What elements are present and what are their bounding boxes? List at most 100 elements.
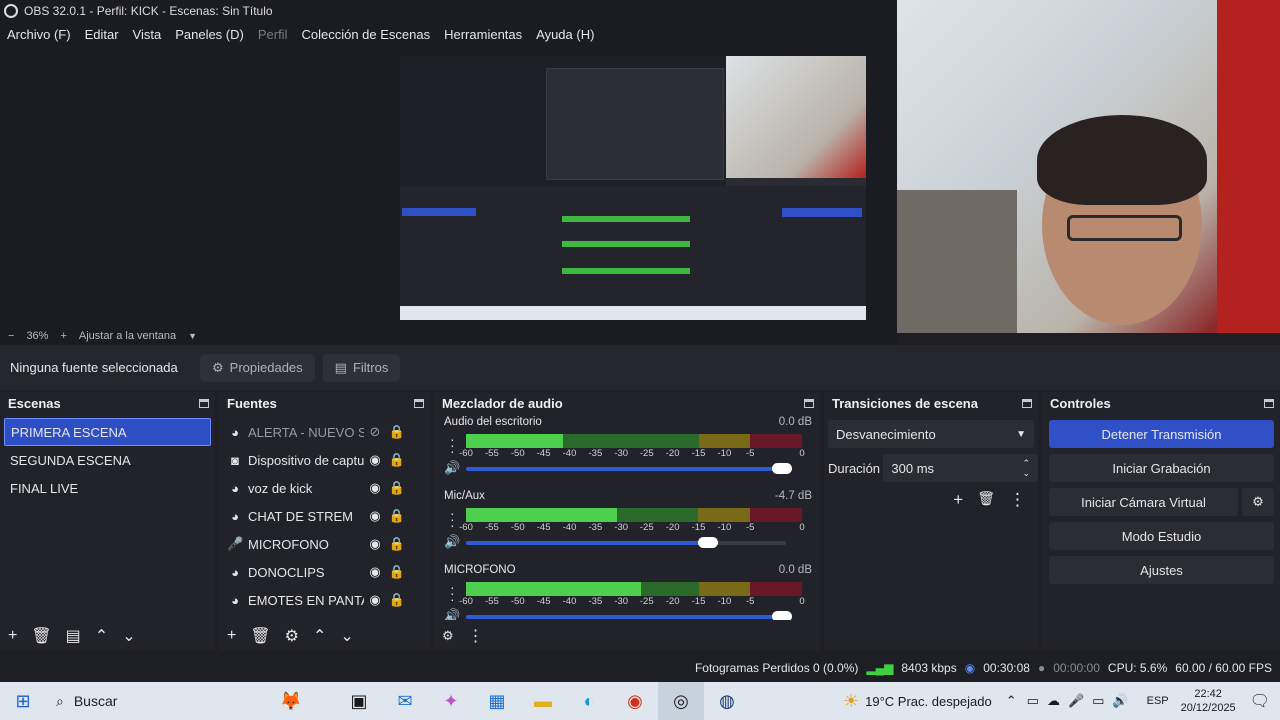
speaker-icon[interactable]: 🔊	[444, 534, 460, 550]
tray-chevron-icon[interactable]: ⌃	[1006, 693, 1017, 709]
spin-arrows-icon[interactable]: ⌃ ⌄	[1022, 458, 1030, 478]
scene-item[interactable]: SEGUNDA ESCENA	[0, 446, 215, 474]
eye-icon[interactable]: ◉	[364, 536, 386, 552]
controls-dock-header: Controles	[1042, 392, 1280, 414]
taskbar-search[interactable]: ⌕ Buscar	[46, 682, 246, 720]
lock-icon[interactable]: 🔒	[386, 508, 408, 524]
add-icon[interactable]: +	[8, 627, 17, 645]
add-icon[interactable]: +	[953, 490, 963, 510]
eye-icon[interactable]: ◉	[364, 564, 386, 580]
source-item[interactable]: ◕ CHAT DE STREM ◉ 🔒	[219, 502, 430, 530]
virtual-camera-button[interactable]: Iniciar Cámara Virtual	[1049, 488, 1238, 516]
trash-icon[interactable]: 🗑	[977, 490, 995, 510]
move-down-icon[interactable]: ⌄	[340, 626, 353, 646]
move-up-icon[interactable]: ⌃	[313, 626, 326, 646]
source-item[interactable]: 🎤 MICROFONO ◉ 🔒	[219, 530, 430, 558]
browser-icon: ◕	[231, 480, 239, 496]
lock-icon[interactable]: 🔒	[386, 480, 408, 496]
advanced-audio-icon[interactable]: ⚙	[442, 628, 454, 644]
volume-slider-knob[interactable]	[772, 463, 792, 474]
menu-archivo[interactable]: Archivo (F)	[0, 27, 78, 42]
clock[interactable]: 22:42 20/12/2025	[1181, 687, 1236, 715]
undock-icon[interactable]	[414, 398, 424, 408]
lock-icon[interactable]: 🔒	[386, 452, 408, 468]
source-item[interactable]: ◕ DONOCLIPS ◉ 🔒	[219, 558, 430, 586]
meter-segment	[698, 582, 751, 596]
steam-icon[interactable]: ◍	[704, 682, 750, 720]
source-item[interactable]: ◕ EMOTES EN PANTALI ◉ 🔒	[219, 586, 430, 614]
channel-menu-icon[interactable]: · · ·	[450, 580, 455, 606]
gear-icon[interactable]: ⚙	[285, 626, 299, 646]
menu-ayuda[interactable]: Ayuda (H)	[529, 27, 601, 42]
eye-icon[interactable]: ◉	[364, 508, 386, 524]
lock-icon[interactable]: 🔒	[386, 564, 408, 580]
windows-start-icon[interactable]: ⊞	[0, 682, 46, 720]
eye-icon[interactable]: ◉	[364, 480, 386, 496]
more-icon[interactable]: ⋮	[468, 626, 484, 646]
notification-icon[interactable]: 🗨	[1250, 691, 1270, 711]
speaker-icon[interactable]: 🔊	[444, 608, 460, 620]
chrome-icon[interactable]: ◉	[612, 682, 658, 720]
undock-icon[interactable]	[804, 398, 814, 408]
volume-slider-knob[interactable]	[772, 611, 792, 620]
menu-vista[interactable]: Vista	[126, 27, 169, 42]
undock-icon[interactable]	[1264, 398, 1274, 408]
controls-dock: Controles Detener Transmisión Iniciar Gr…	[1042, 392, 1280, 650]
source-item[interactable]: ◙ Dispositivo de captu ◉ 🔒	[219, 446, 430, 474]
menu-editar[interactable]: Editar	[78, 27, 126, 42]
tray-icons[interactable]: ▭☁🎤▭🔊	[1027, 693, 1137, 709]
move-down-icon[interactable]: ⌄	[122, 626, 135, 646]
more-icon[interactable]: ⋮	[1009, 490, 1026, 510]
eye-icon[interactable]: ◉	[364, 592, 386, 608]
properties-button[interactable]: ⚙ Propiedades	[200, 353, 315, 382]
channel-menu-icon[interactable]: · · ·	[450, 506, 455, 532]
store-icon[interactable]: ▦	[474, 682, 520, 720]
task-view-icon[interactable]: ▣	[336, 682, 382, 720]
filter-icon[interactable]: ▤	[66, 626, 81, 646]
start-recording-button[interactable]: Iniciar Grabación	[1049, 454, 1274, 482]
add-icon[interactable]: +	[227, 627, 236, 645]
copilot-icon[interactable]: ✦	[428, 682, 474, 720]
weather-text[interactable]: 19°C Prac. despejado	[865, 694, 992, 709]
trash-icon[interactable]: 🗑	[31, 626, 51, 646]
speaker-icon[interactable]: 🔊	[444, 460, 460, 476]
move-up-icon[interactable]: ⌃	[95, 626, 108, 646]
meter-tick-label: -55	[484, 522, 499, 533]
outlook-icon[interactable]: ✉	[382, 682, 428, 720]
source-item[interactable]: ◕ ALERTA - NUEVO SEG ⊘ 🔒	[219, 418, 430, 446]
eye-off-icon[interactable]: ⊘	[364, 424, 386, 440]
menu-perfil[interactable]: Perfil	[251, 27, 295, 42]
menu-paneles[interactable]: Paneles (D)	[168, 27, 251, 42]
language-indicator[interactable]: ESP	[1147, 695, 1169, 707]
lock-icon[interactable]: 🔒	[386, 592, 408, 608]
eye-icon[interactable]: ◉	[364, 452, 386, 468]
source-item[interactable]: ◕ voz de kick ◉ 🔒	[219, 474, 430, 502]
stop-stream-button[interactable]: Detener Transmisión	[1049, 420, 1274, 448]
filters-button[interactable]: ▤ Filtros	[322, 353, 401, 382]
volume-slider-track[interactable]	[712, 541, 786, 545]
menu-herramientas[interactable]: Herramientas	[437, 27, 529, 42]
fox-widget-icon[interactable]: 🦊	[246, 682, 336, 720]
file-explorer-icon[interactable]: ▬	[520, 682, 566, 720]
scene-item[interactable]: FINAL LIVE	[0, 474, 215, 502]
channel-menu-icon[interactable]: · · ·	[450, 432, 455, 458]
virtual-camera-settings-button[interactable]: ⚙	[1242, 488, 1274, 516]
studio-mode-button[interactable]: Modo Estudio	[1049, 522, 1274, 550]
volume-slider-knob[interactable]	[698, 537, 719, 548]
settings-button[interactable]: Ajustes	[1049, 556, 1274, 584]
meter-tick-label: -5	[746, 448, 755, 459]
zoom-out-button[interactable]: −	[8, 330, 14, 342]
transition-select[interactable]: Desvanecimiento ▼	[828, 420, 1034, 448]
lock-icon[interactable]: 🔒	[386, 536, 408, 552]
obs-taskbar-icon[interactable]: ◎	[658, 682, 704, 720]
edge-icon[interactable]: ◐	[566, 682, 612, 720]
scene-item[interactable]: PRIMERA ESCENA	[4, 418, 211, 446]
duration-spinbox[interactable]: 300 ms ⌃ ⌄	[883, 454, 1038, 482]
trash-icon[interactable]: 🗑	[250, 626, 270, 646]
menu-coleccion-escenas[interactable]: Colección de Escenas	[294, 27, 437, 42]
undock-icon[interactable]	[199, 398, 209, 408]
undock-icon[interactable]	[1022, 398, 1032, 408]
fit-dropdown-icon[interactable]: ▼	[188, 331, 197, 341]
lock-icon[interactable]: 🔒	[386, 424, 408, 440]
zoom-in-button[interactable]: +	[60, 330, 66, 342]
